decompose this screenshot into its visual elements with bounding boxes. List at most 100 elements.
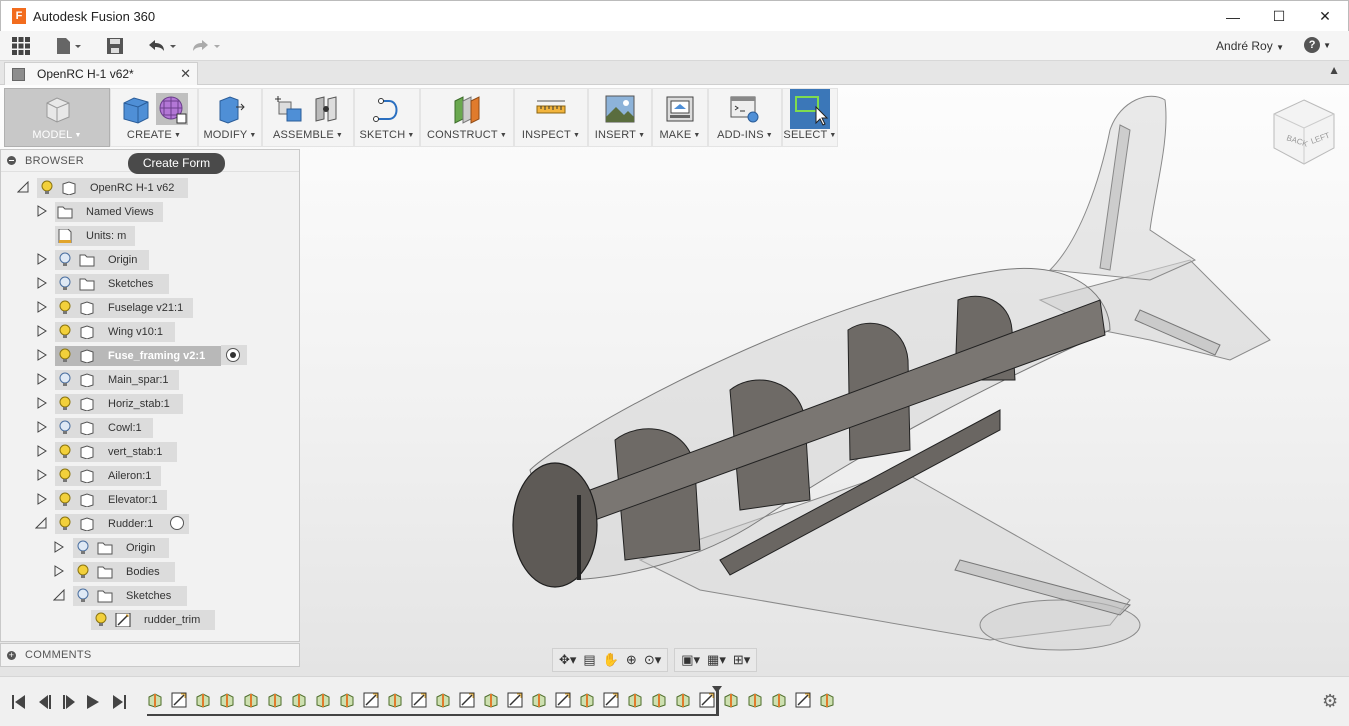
visibility-bulb-icon[interactable] (57, 492, 73, 508)
visibility-bulb-off-icon[interactable] (57, 252, 73, 268)
sketch-curve-icon[interactable] (371, 93, 403, 125)
collapsed-triangle-icon[interactable] (36, 469, 48, 481)
visibility-bulb-off-icon[interactable] (75, 540, 91, 556)
timeline-sketch-icon[interactable] (555, 692, 571, 708)
go-to-start-icon[interactable] (12, 695, 25, 709)
collapse-toolbar-icon[interactable]: ▲ (1328, 63, 1340, 77)
inspect-menu[interactable]: INSPECT ▼ (514, 88, 588, 147)
collapsed-triangle-icon[interactable] (36, 493, 48, 505)
view-cube[interactable]: BACK LEFT (1272, 96, 1336, 166)
timeline-extrude-icon[interactable] (267, 692, 283, 708)
insert-menu[interactable]: INSERT ▼ (588, 88, 652, 147)
file-menu-icon[interactable] (56, 37, 82, 55)
timeline-sketch-icon[interactable] (171, 692, 187, 708)
go-to-end-icon[interactable] (113, 695, 126, 709)
timeline-sketch-icon[interactable] (507, 692, 523, 708)
collapsed-triangle-icon[interactable] (36, 253, 48, 265)
timeline-extrude-icon[interactable] (747, 692, 763, 708)
activate-radio-button[interactable] (226, 348, 240, 362)
undo-icon[interactable] (146, 37, 180, 55)
timeline-extrude-icon[interactable] (627, 692, 643, 708)
timeline-extrude-icon[interactable] (387, 692, 403, 708)
play-icon[interactable] (87, 695, 99, 709)
insert-image-icon[interactable] (604, 93, 636, 125)
visibility-bulb-icon[interactable] (39, 180, 55, 196)
document-tab[interactable]: OpenRC H-1 v62* ✕ (4, 62, 198, 85)
scripts-addins-icon[interactable] (729, 93, 761, 125)
user-menu[interactable]: André Roy ▼ (1216, 39, 1284, 53)
viewports-icon[interactable]: ⊞▾ (733, 652, 750, 668)
timeline-extrude-icon[interactable] (819, 692, 835, 708)
apps-grid-icon[interactable] (12, 37, 30, 55)
timeline-marker[interactable] (712, 686, 722, 716)
modify-menu[interactable]: MODIFY ▼ (198, 88, 262, 147)
addins-menu[interactable]: ADD-INS ▼ (708, 88, 782, 147)
make-menu[interactable]: MAKE ▼ (652, 88, 708, 147)
visibility-bulb-off-icon[interactable] (57, 372, 73, 388)
assemble-menu[interactable]: ASSEMBLE ▼ (262, 88, 354, 147)
collapsed-triangle-icon[interactable] (36, 325, 48, 337)
timeline-extrude-icon[interactable] (147, 692, 163, 708)
timeline-extrude-icon[interactable] (435, 692, 451, 708)
visibility-bulb-icon[interactable] (57, 396, 73, 412)
measure-icon[interactable] (535, 93, 567, 125)
timeline-extrude-icon[interactable] (339, 692, 355, 708)
close-window-button[interactable]: ✕ (1302, 1, 1348, 32)
expanded-triangle-icon[interactable] (17, 181, 29, 193)
expanded-triangle-icon[interactable] (53, 589, 65, 601)
timeline-extrude-icon[interactable] (771, 692, 787, 708)
visibility-bulb-off-icon[interactable] (75, 588, 91, 604)
timeline-extrude-icon[interactable] (579, 692, 595, 708)
visibility-bulb-icon[interactable] (57, 324, 73, 340)
select-menu[interactable]: SELECT ▼ (782, 88, 838, 147)
timeline-extrude-icon[interactable] (483, 692, 499, 708)
collapsed-triangle-icon[interactable] (36, 373, 48, 385)
new-component-icon[interactable] (274, 93, 306, 125)
create-form-icon[interactable] (156, 93, 188, 125)
expand-panel-icon[interactable]: + (7, 650, 16, 660)
timeline-extrude-icon[interactable] (243, 692, 259, 708)
save-icon[interactable] (106, 37, 124, 55)
visibility-bulb-off-icon[interactable] (57, 276, 73, 292)
collapsed-triangle-icon[interactable] (36, 421, 48, 433)
activate-radio-button[interactable] (170, 516, 184, 530)
3d-print-icon[interactable] (664, 93, 696, 125)
comments-panel[interactable]: + COMMENTS (0, 643, 300, 667)
timeline-extrude-icon[interactable] (195, 692, 211, 708)
visibility-bulb-icon[interactable] (93, 612, 109, 628)
visibility-bulb-icon[interactable] (57, 468, 73, 484)
collapsed-triangle-icon[interactable] (36, 445, 48, 457)
collapse-panel-icon[interactable] (7, 156, 16, 165)
visibility-bulb-icon[interactable] (57, 348, 73, 364)
display-settings-icon[interactable]: ▣▾ (681, 652, 700, 668)
collapsed-triangle-icon[interactable] (36, 349, 48, 361)
help-menu[interactable]: ? ▼ (1304, 37, 1331, 53)
collapsed-triangle-icon[interactable] (36, 205, 48, 217)
look-at-icon[interactable]: ▤ (583, 652, 595, 668)
visibility-bulb-icon[interactable] (75, 564, 91, 580)
redo-icon[interactable] (190, 37, 224, 55)
joint-icon[interactable] (310, 93, 342, 125)
visibility-bulb-icon[interactable] (57, 444, 73, 460)
sketch-menu[interactable]: SKETCH ▼ (354, 88, 420, 147)
timeline-sketch-icon[interactable] (795, 692, 811, 708)
box-icon[interactable] (120, 93, 152, 125)
timeline-extrude-icon[interactable] (723, 692, 739, 708)
timeline-extrude-icon[interactable] (651, 692, 667, 708)
visibility-bulb-icon[interactable] (57, 300, 73, 316)
step-forward-icon[interactable] (63, 695, 75, 709)
timeline-extrude-icon[interactable] (531, 692, 547, 708)
timeline-extrude-icon[interactable] (315, 692, 331, 708)
collapsed-triangle-icon[interactable] (36, 397, 48, 409)
collapsed-triangle-icon[interactable] (53, 541, 65, 553)
expanded-triangle-icon[interactable] (35, 517, 47, 529)
press-pull-icon[interactable] (214, 93, 246, 125)
timeline-sketch-icon[interactable] (459, 692, 475, 708)
timeline-sketch-icon[interactable] (699, 692, 715, 708)
collapsed-triangle-icon[interactable] (53, 565, 65, 577)
timeline-settings-gear-icon[interactable]: ⚙ (1322, 691, 1338, 712)
timeline-sketch-icon[interactable] (411, 692, 427, 708)
timeline-extrude-icon[interactable] (675, 692, 691, 708)
close-tab-icon[interactable]: ✕ (180, 66, 191, 82)
visibility-bulb-off-icon[interactable] (57, 420, 73, 436)
